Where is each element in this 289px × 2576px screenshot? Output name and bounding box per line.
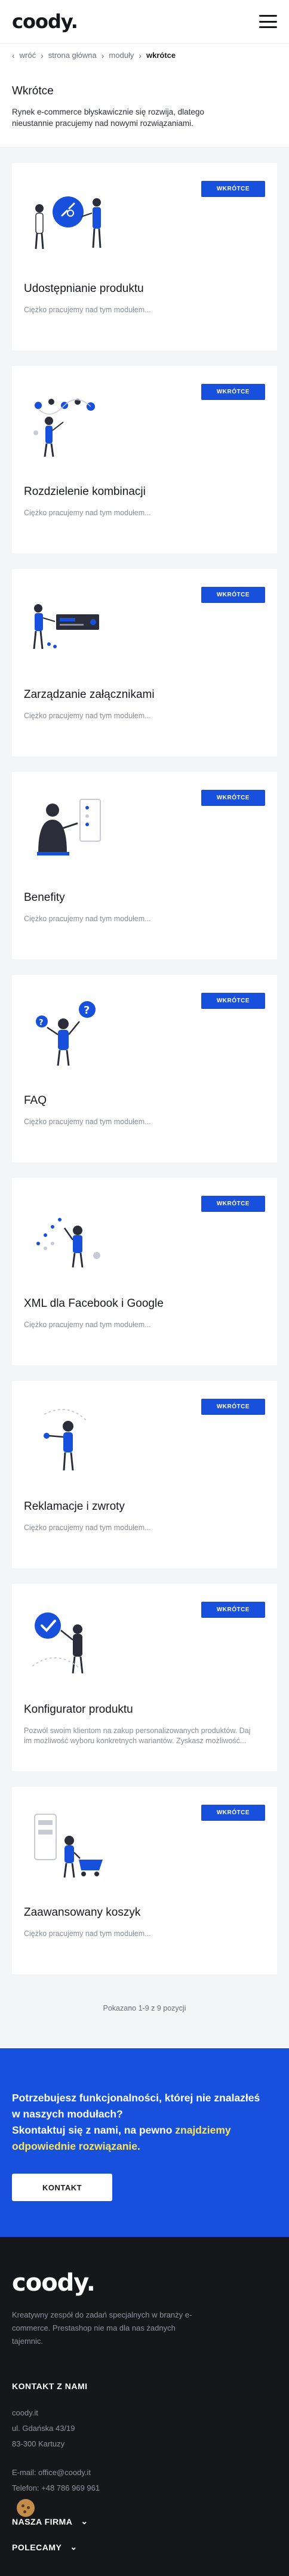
coming-soon-badge: WKRÓTCE xyxy=(201,587,265,603)
module-card[interactable]: WKRÓTCE Zarządzanie załącznikami Ciężko … xyxy=(12,569,277,756)
intro-section: Wkrótce Rynek e-commerce błyskawicznie s… xyxy=(0,67,289,147)
coming-soon-badge: WKRÓTCE xyxy=(201,1399,265,1415)
site-footer: coody. Kreatywny zespół do zadań specjal… xyxy=(0,2237,289,2576)
site-logo[interactable]: coody. xyxy=(12,10,78,33)
module-title[interactable]: Zarządzanie załącznikami xyxy=(24,688,155,701)
svg-text:?: ? xyxy=(39,1018,44,1027)
breadcrumb-home[interactable]: strona główna xyxy=(48,51,97,60)
returns-illustration xyxy=(44,1409,87,1471)
contact-cta: Potrzebujesz funkcjonalności, której nie… xyxy=(0,2048,289,2237)
footer-about: Kreatywny zespół do zadań specjalnych w … xyxy=(12,2310,192,2346)
module-description: Ciężko pracujemy nad tym modułem... xyxy=(24,1524,151,1532)
combinations-illustration xyxy=(33,399,95,457)
accordion-label: NASZA FIRMA xyxy=(12,2516,73,2526)
cookie-icon[interactable] xyxy=(17,2499,35,2517)
coming-soon-badge: WKRÓTCE xyxy=(201,790,265,806)
breadcrumb: ‹ wróć › strona główna › moduły › wkrótc… xyxy=(0,43,289,67)
module-card[interactable]: WKRÓTCE Zaawansowany koszyk Ciężko pracu… xyxy=(12,1787,277,1974)
module-description: Pozwól swoim klientom na zakup personali… xyxy=(24,1726,251,1745)
module-list: WKRÓTCE Udostępnianie produktu Ciężko pr… xyxy=(0,163,289,1974)
breadcrumb-current: wkrótce xyxy=(146,51,176,60)
module-card[interactable]: WKRÓTCE Rozdzielenie kombinacji Ciężko p… xyxy=(12,366,277,553)
module-description: Ciężko pracujemy nad tym modułem... xyxy=(24,509,151,517)
coming-soon-badge: WKRÓTCE xyxy=(201,993,265,1009)
module-card[interactable]: ? ? WKRÓTCE FAQ Ciężko pracujemy nad tym… xyxy=(12,975,277,1162)
module-title[interactable]: Benefity xyxy=(24,891,65,904)
coming-soon-badge: WKRÓTCE xyxy=(201,181,265,197)
configurator-illustration xyxy=(32,1612,84,1674)
coming-soon-badge: WKRÓTCE xyxy=(201,1196,265,1212)
module-title[interactable]: XML dla Facebook i Google xyxy=(24,1297,164,1310)
phone-link[interactable]: Telefon: +48 786 969 961 xyxy=(12,2480,277,2496)
chevron-right-icon: › xyxy=(139,50,142,60)
module-title[interactable]: Reklamacje i zwroty xyxy=(24,1500,125,1513)
module-title[interactable]: FAQ xyxy=(24,1094,47,1107)
share-illustration xyxy=(35,196,102,250)
cart-illustration xyxy=(34,1814,103,1878)
coming-soon-badge: WKRÓTCE xyxy=(201,1602,265,1618)
back-link[interactable]: wróć xyxy=(20,51,36,60)
cta-question: Potrzebujesz funkcjonalności, której nie… xyxy=(12,2092,260,2120)
cta-prompt: Skontaktuj się z nami, na pewno xyxy=(12,2124,173,2136)
footer-logo[interactable]: coody. xyxy=(12,2269,277,2297)
module-card[interactable]: WKRÓTCE Benefity Ciężko pracujemy nad ty… xyxy=(12,772,277,959)
chevron-left-icon[interactable]: ‹ xyxy=(12,51,15,60)
xml-illustration xyxy=(36,1218,100,1268)
breadcrumb-modules[interactable]: moduły xyxy=(109,51,134,60)
module-card[interactable]: WKRÓTCE Reklamacje i zwroty Ciężko pracu… xyxy=(12,1381,277,1568)
module-card[interactable]: WKRÓTCE Udostępnianie produktu Ciężko pr… xyxy=(12,163,277,350)
module-description: Ciężko pracujemy nad tym modułem... xyxy=(24,712,151,720)
module-description: Ciężko pracujemy nad tym modułem... xyxy=(24,1321,151,1329)
module-description: Ciężko pracujemy nad tym modułem... xyxy=(24,306,151,314)
pagination-summary: Pokazano 1-9 z 9 pozycji xyxy=(103,2004,186,2012)
address-line: 83-300 Kartuzy xyxy=(12,2439,65,2448)
module-description: Ciężko pracujemy nad tym modułem... xyxy=(24,1118,151,1126)
faq-illustration: ? ? xyxy=(36,1001,96,1066)
site-header: coody. xyxy=(0,0,289,43)
module-title[interactable]: Rozdzielenie kombinacji xyxy=(24,485,146,498)
chevron-down-icon: ⌄ xyxy=(81,2516,88,2526)
chevron-right-icon: › xyxy=(41,50,44,60)
chevron-right-icon: › xyxy=(101,50,104,60)
module-description: Ciężko pracujemy nad tym modułem... xyxy=(24,1929,151,1938)
module-card[interactable]: WKRÓTCE Konfigurator produktu Pozwól swo… xyxy=(12,1584,277,1771)
address-line: coody.it xyxy=(12,2408,38,2417)
attachments-illustration xyxy=(33,604,99,650)
email-link[interactable]: E-mail: office@coody.it xyxy=(12,2465,277,2480)
cta-text: Potrzebujesz funkcjonalności, której nie… xyxy=(12,2090,263,2155)
module-description: Ciężko pracujemy nad tym modułem... xyxy=(24,915,151,923)
benefits-illustration xyxy=(37,799,101,855)
svg-text:?: ? xyxy=(84,1004,90,1017)
contact-button[interactable]: KONTAKT xyxy=(12,2174,112,2201)
module-card[interactable]: WKRÓTCE XML dla Facebook i Google Ciężko… xyxy=(12,1178,277,1365)
coming-soon-badge: WKRÓTCE xyxy=(201,384,265,400)
module-title[interactable]: Konfigurator produktu xyxy=(24,1703,133,1716)
page-title: Wkrótce xyxy=(12,85,54,97)
coming-soon-badge: WKRÓTCE xyxy=(201,1805,265,1821)
contact-heading: KONTAKT Z NAMI xyxy=(12,2381,88,2391)
module-title[interactable]: Zaawansowany koszyk xyxy=(24,1906,140,1919)
module-title[interactable]: Udostępnianie produktu xyxy=(24,282,144,296)
hamburger-icon[interactable] xyxy=(259,15,277,28)
intro-text: Rynek e-commerce błyskawicznie się rozwi… xyxy=(12,107,204,128)
accordion-company[interactable]: NASZA FIRMA ⌄ xyxy=(12,2516,277,2526)
address-line: ul. Gdańska 43/19 xyxy=(12,2424,75,2433)
